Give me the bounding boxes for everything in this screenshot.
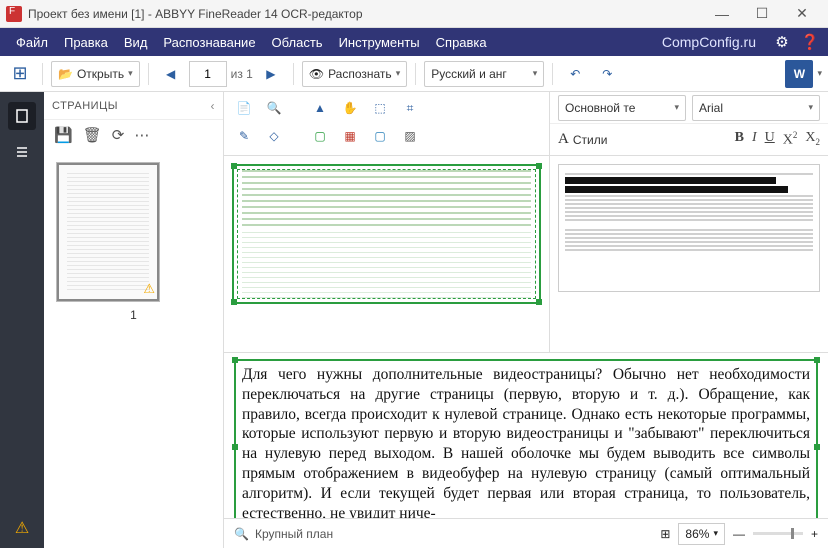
text-area-icon[interactable]: ▢ bbox=[308, 124, 332, 148]
table-area-icon[interactable]: ▦ bbox=[338, 124, 362, 148]
language-select[interactable]: Русский и анг ▾ bbox=[424, 61, 544, 87]
t-zoom-in-button[interactable]: + bbox=[811, 527, 818, 541]
t-zoom-out-button[interactable]: — bbox=[733, 527, 745, 541]
subscript-button[interactable]: X2 bbox=[805, 130, 820, 149]
pointer-tool-icon[interactable]: ▲ bbox=[308, 96, 332, 120]
thumb-warning-icon: ⚠ bbox=[143, 281, 155, 297]
document-image[interactable] bbox=[232, 164, 541, 304]
help-icon[interactable]: ❓ bbox=[800, 32, 820, 52]
font-select[interactable]: Arial▾ bbox=[692, 95, 820, 121]
pages-view-icon[interactable] bbox=[8, 102, 36, 130]
save-icon[interactable]: 💾 bbox=[54, 126, 73, 144]
italic-button[interactable]: I bbox=[752, 130, 757, 149]
warning-icon[interactable]: ⚠ bbox=[15, 518, 29, 538]
menu-area[interactable]: Область bbox=[264, 31, 331, 54]
open-button[interactable]: 📂 Открыть ▾ bbox=[51, 61, 140, 87]
hand-tool-icon[interactable]: ✋ bbox=[338, 96, 362, 120]
brand-label: CompConfig.ru bbox=[662, 34, 756, 50]
menu-view[interactable]: Вид bbox=[116, 31, 156, 54]
menu-help[interactable]: Справка bbox=[428, 31, 495, 54]
collapse-icon[interactable]: ‹ bbox=[211, 99, 216, 113]
menu-edit[interactable]: Правка bbox=[56, 31, 116, 54]
page-total: из 1 bbox=[231, 67, 253, 81]
bold-button[interactable]: B bbox=[735, 130, 744, 149]
superscript-button[interactable]: X2 bbox=[783, 130, 798, 149]
eye-icon: 👁 bbox=[309, 67, 324, 81]
t-grid-icon[interactable]: ⊞ bbox=[660, 527, 670, 541]
text-preview bbox=[558, 164, 820, 292]
page-thumbnail[interactable]: ⚠ bbox=[56, 162, 160, 302]
background-area-icon[interactable]: ▨ bbox=[398, 124, 422, 148]
close-button[interactable]: ✕ bbox=[782, 0, 822, 28]
thumb-label: 1 bbox=[56, 308, 211, 322]
eraser-icon[interactable]: ◇ bbox=[262, 124, 286, 148]
read-page-icon[interactable]: 📄 bbox=[232, 96, 256, 120]
closeup-button[interactable]: 🔍 Крупный план bbox=[234, 527, 333, 541]
menu-recognize[interactable]: Распознавание bbox=[155, 31, 263, 54]
list-view-icon[interactable] bbox=[8, 138, 36, 166]
next-page-button[interactable]: ▶ bbox=[257, 60, 285, 88]
undo-button[interactable]: ↶ bbox=[561, 60, 589, 88]
more-icon[interactable]: ⋯ bbox=[134, 126, 149, 144]
folder-icon: 📂 bbox=[58, 67, 73, 81]
crop-icon[interactable]: ⌗ bbox=[398, 96, 422, 120]
text-zoom-select[interactable]: 86%▾ bbox=[678, 523, 725, 545]
menu-tools[interactable]: Инструменты bbox=[331, 31, 428, 54]
recognized-text-area[interactable]: Для чего нужны дополнительные видеостран… bbox=[234, 359, 818, 518]
styles-button[interactable]: AСтили bbox=[558, 131, 607, 148]
pages-header: СТРАНИЦЫ bbox=[52, 100, 118, 112]
app-icon bbox=[6, 6, 22, 22]
select-area-icon[interactable]: ⬚ bbox=[368, 96, 392, 120]
picture-area-icon[interactable]: ▢ bbox=[368, 124, 392, 148]
recognize-button[interactable]: 👁 Распознать ▾ bbox=[302, 61, 407, 87]
prev-page-button[interactable]: ◀ bbox=[157, 60, 185, 88]
new-task-button[interactable]: ⊞ bbox=[6, 60, 34, 88]
edit-image-icon[interactable]: ✎ bbox=[232, 124, 256, 148]
magnifier-icon: 🔍 bbox=[234, 527, 249, 541]
underline-button[interactable]: U bbox=[765, 130, 775, 149]
window-title: Проект без имени [1] - ABBYY FineReader … bbox=[28, 7, 363, 21]
settings-icon[interactable]: ⚙ bbox=[772, 32, 792, 52]
page-input[interactable] bbox=[189, 61, 227, 87]
analyze-icon[interactable]: 🔍 bbox=[262, 96, 286, 120]
rotate-icon[interactable]: ⟳ bbox=[112, 126, 125, 144]
redo-button[interactable]: ↷ bbox=[593, 60, 621, 88]
menu-file[interactable]: Файл bbox=[8, 31, 56, 54]
minimize-button[interactable]: — bbox=[702, 0, 742, 28]
maximize-button[interactable]: ☐ bbox=[742, 0, 782, 28]
delete-icon[interactable]: 🗑 bbox=[83, 126, 102, 144]
style-select[interactable]: Основной те▾ bbox=[558, 95, 686, 121]
send-to-word-button[interactable]: W bbox=[785, 60, 813, 88]
